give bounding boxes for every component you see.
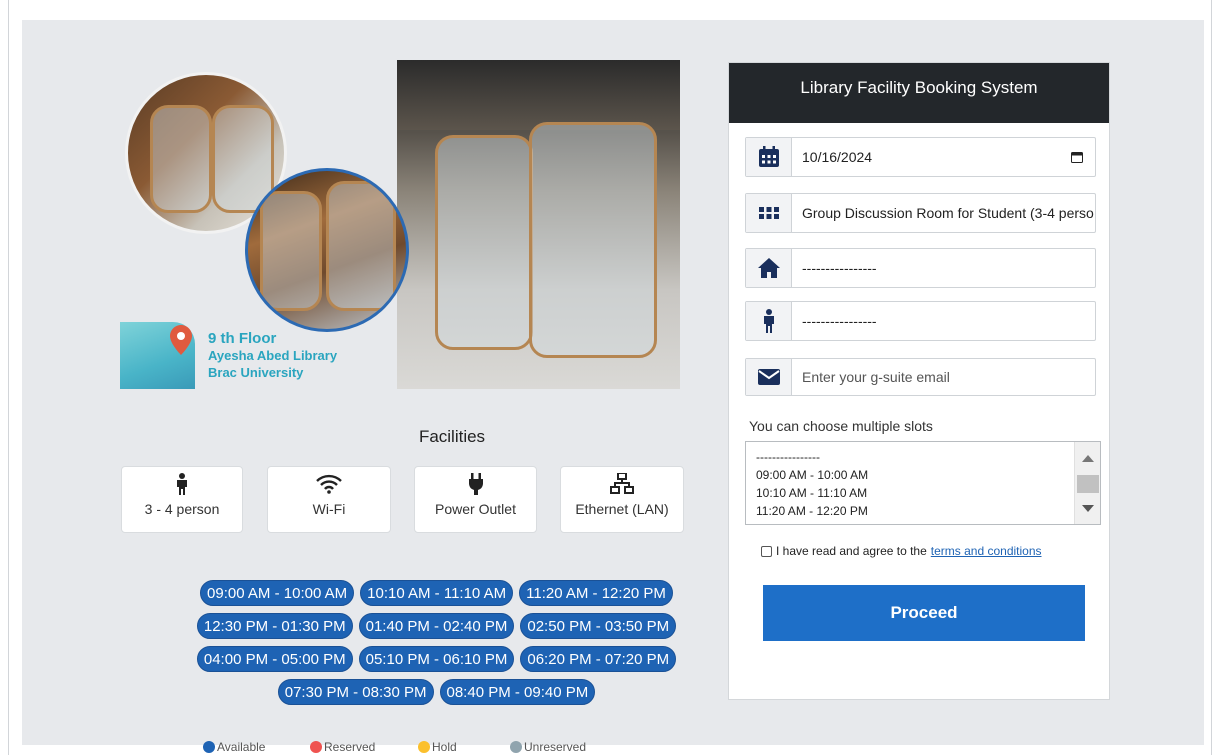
page-border-left [8,0,9,755]
time-slot[interactable]: 12:30 PM - 01:30 PM [196,613,353,639]
reserved-dot-icon [310,741,322,753]
slot-option[interactable]: 09:00 AM - 10:00 AM [756,466,1100,484]
booking-panel: Library Facility Booking System 10/16/20… [728,62,1110,700]
facility-card-capacity: 3 - 4 person [121,466,243,533]
scroll-thumb [1077,475,1099,493]
multi-slot-label: You can choose multiple slots [749,418,933,434]
legend-reserved: Reserved [310,740,375,754]
email-input[interactable]: Enter your g-suite email [792,359,1095,395]
legend-label: Hold [432,740,457,754]
time-slot[interactable]: 06:20 PM - 07:20 PM [520,646,677,672]
time-slot[interactable]: 05:10 PM - 06:10 PM [358,646,515,672]
facility-card-power: Power Outlet [414,466,537,533]
pod-photo-circle-2 [245,168,409,332]
legend-available: Available [203,740,265,754]
available-dot-icon [203,741,215,753]
terms-checkbox[interactable] [761,545,772,557]
floor-label: 9 th Floor [208,330,277,347]
terms-text: I have read and agree to the [776,544,927,558]
terms-agreement: I have read and agree to the terms and c… [761,544,1042,558]
time-slot[interactable]: 07:30 PM - 08:30 PM [277,679,434,705]
home-icon [746,249,792,287]
unreserved-dot-icon [510,741,522,753]
facility-label: Wi-Fi [312,501,346,517]
person-icon [122,473,242,497]
booking-title: Library Facility Booking System [729,63,1109,123]
proceed-button[interactable]: Proceed [763,585,1085,641]
location-pin-icon [170,325,192,355]
envelope-icon [746,359,792,395]
terms-link[interactable]: terms and conditions [931,544,1042,558]
page-border-right [1211,0,1212,755]
date-field[interactable]: 10/16/2024 [745,137,1096,177]
room-type-value[interactable]: Group Discussion Room for Student (3-4 p… [792,194,1095,232]
library-label: Ayesha Abed Library [208,348,338,363]
time-slot[interactable]: 01:40 PM - 02:40 PM [358,613,515,639]
time-slot[interactable]: 11:20 AM - 12:20 PM [519,580,673,606]
time-slot[interactable]: 02:50 PM - 03:50 PM [520,613,677,639]
facility-card-ethernet: Ethernet (LAN) [560,466,684,533]
date-picker-icon[interactable] [1059,138,1095,176]
scroll-up-icon [1082,455,1094,462]
person-value[interactable]: ---------------- [792,302,1095,340]
floor-location-text: 9 th Floor Ayesha Abed Library Brac Univ… [208,330,337,381]
person-select[interactable]: ---------------- [745,301,1096,341]
calendar-icon [746,138,792,176]
legend-hold: Hold [418,740,457,754]
network-icon [561,472,683,497]
time-slot-grid: 09:00 AM - 10:00 AM 10:10 AM - 11:10 AM … [144,580,729,712]
room-value[interactable]: ---------------- [792,249,1095,287]
legend-unreserved: Unreserved [510,740,586,754]
legend-label: Available [217,740,266,754]
facility-label: Power Outlet [435,501,516,517]
slot-option[interactable]: 11:20 AM - 12:20 PM [756,502,1100,520]
wifi-icon [268,473,390,497]
email-field[interactable]: Enter your g-suite email [745,358,1096,396]
facility-card-wifi: Wi-Fi [267,466,391,533]
room-type-select[interactable]: Group Discussion Room for Student (3-4 p… [745,193,1096,233]
person-icon [746,302,792,340]
listbox-scrollbar[interactable] [1074,442,1100,524]
university-label: Brac University [208,365,304,380]
promo-visual: 9 th Floor Ayesha Abed Library Brac Univ… [120,60,680,390]
slot-listbox[interactable]: ---------------- 09:00 AM - 10:00 AM 10:… [745,441,1101,525]
time-slot[interactable]: 09:00 AM - 10:00 AM [200,580,355,606]
date-input[interactable]: 10/16/2024 [792,138,1059,176]
slot-option[interactable]: 10:10 AM - 11:10 AM [756,484,1100,502]
slot-option[interactable]: ---------------- [756,448,1100,466]
facility-label: Ethernet (LAN) [575,501,669,517]
power-plug-icon [415,473,536,497]
time-slot[interactable]: 10:10 AM - 11:10 AM [360,580,514,606]
time-slot[interactable]: 04:00 PM - 05:00 PM [196,646,353,672]
scroll-down-icon [1082,505,1094,512]
facility-label: 3 - 4 person [144,501,220,517]
legend-label: Reserved [324,740,376,754]
hold-dot-icon [418,741,430,753]
room-select[interactable]: ---------------- [745,248,1096,288]
grid-icon [746,194,792,232]
legend-label: Unreserved [524,740,587,754]
time-slot[interactable]: 08:40 PM - 09:40 PM [439,679,596,705]
pod-photo-main [397,60,680,389]
